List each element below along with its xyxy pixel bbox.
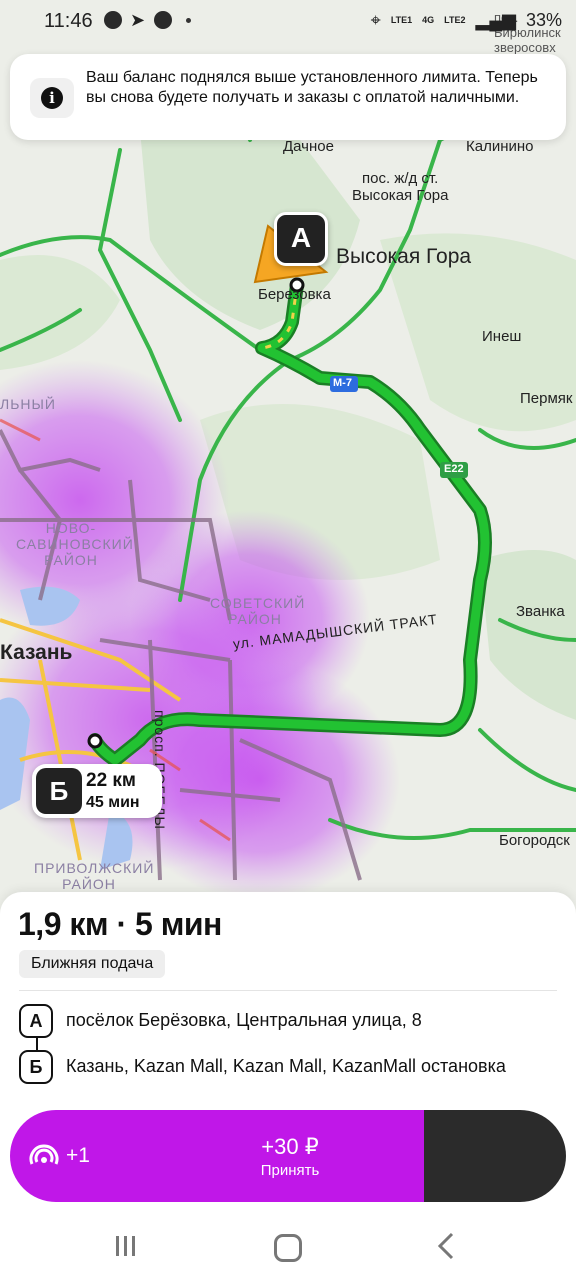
quick-accept-button[interactable]	[424, 1110, 566, 1202]
signal-icon: ▂▄▆	[475, 10, 516, 30]
notification-text: Ваш баланс поднялся выше установленного …	[86, 69, 538, 106]
map-label-bogorodsk: Богородск	[499, 832, 570, 849]
map-label-perm: Пермяк	[520, 390, 573, 407]
route-end-point	[87, 733, 103, 749]
home-icon[interactable]	[274, 1234, 302, 1262]
map-label-inesh: Инеш	[482, 328, 522, 345]
divider	[19, 990, 557, 991]
map-label-berezovka: Березовка	[258, 286, 331, 303]
dropoff-badge: Б	[19, 1050, 53, 1084]
map-label-left-cut: ЛЬНЫЙ	[0, 396, 56, 412]
status-time: 11:46	[44, 10, 93, 32]
pickup-badge: А	[19, 1004, 53, 1038]
app-notification-icon	[154, 11, 172, 29]
app-notification-icon	[104, 11, 122, 29]
map-label-station2: Высокая Гора	[352, 187, 449, 204]
map-label-kazan: Казань	[0, 641, 73, 664]
map-label-novo: НОВО-САВИНОВСКИЙ РАЙОН	[16, 520, 134, 568]
route-connector	[36, 1036, 38, 1050]
more-notifications-icon	[186, 18, 191, 23]
balance-notification[interactable]: i Ваш баланс поднялся выше установленног…	[10, 54, 566, 140]
map-label-e22: E22	[444, 463, 464, 475]
system-nav-bar	[0, 1212, 576, 1280]
sim2-indicator: LTE2	[444, 15, 466, 25]
map-label-m7: М-7	[333, 377, 352, 389]
battery-level: 33%	[525, 10, 562, 30]
forest-area	[0, 255, 120, 370]
forest-area	[480, 550, 576, 720]
broadcast-icon	[29, 1144, 59, 1165]
pickup-tag: Ближняя подача	[19, 950, 166, 978]
status-bar: 11:46 ➤ ⌖ LTE1 4G LTE2 ▂▄▆ 33%	[0, 0, 576, 42]
telegram-icon: ➤	[130, 10, 146, 30]
sim1-indicator: LTE1	[390, 15, 413, 25]
map-label-zvanka: Званка	[516, 603, 565, 620]
map-label-vysokaya-gora: Высокая Гора	[336, 245, 472, 268]
location-icon: ⌖	[370, 10, 381, 30]
route-duration: 45 мин	[86, 794, 140, 811]
network-indicator: 4G	[422, 15, 435, 25]
accept-label: Принять	[260, 1162, 320, 1179]
info-icon: i	[30, 78, 74, 118]
accept-bar: +1 +30 ₽ Принять	[10, 1110, 566, 1202]
map-label-privolzh: ПРИВОЛЖСКИЙ РАЙОН	[34, 860, 155, 892]
status-right: ⌖ LTE1 4G LTE2 ▂▄▆ 33%	[371, 10, 562, 31]
pin-b-eta[interactable]: Б 22 км 45 мин	[32, 764, 162, 818]
map-label-sovetsky: СОВЕТСКИЙ РАЙОН	[210, 595, 306, 627]
map-label-kalinino: Калинино	[466, 138, 534, 155]
queue-count: +1	[66, 1144, 90, 1167]
pin-b: Б	[36, 768, 82, 814]
back-icon[interactable]	[436, 1232, 456, 1260]
map-label-station: пос. ж/д ст.	[362, 170, 439, 187]
dropoff-address-text: Казань, Kazan Mall, Kazan Mall, KazanMal…	[66, 1056, 506, 1076]
pickup-address-text: посёлок Берёзовка, Центральная улица, 8	[66, 1010, 422, 1030]
pin-a[interactable]: А	[274, 212, 328, 266]
order-summary: 1,9 км · 5 мин	[18, 906, 222, 942]
accept-button[interactable]: +1 +30 ₽ Принять	[10, 1110, 424, 1202]
recent-apps-icon[interactable]	[114, 1234, 138, 1258]
route-distance: 22 км	[86, 770, 136, 791]
fare-bonus: +30 ₽	[261, 1134, 319, 1159]
map-label-dachnoe: Дачное	[283, 138, 334, 155]
